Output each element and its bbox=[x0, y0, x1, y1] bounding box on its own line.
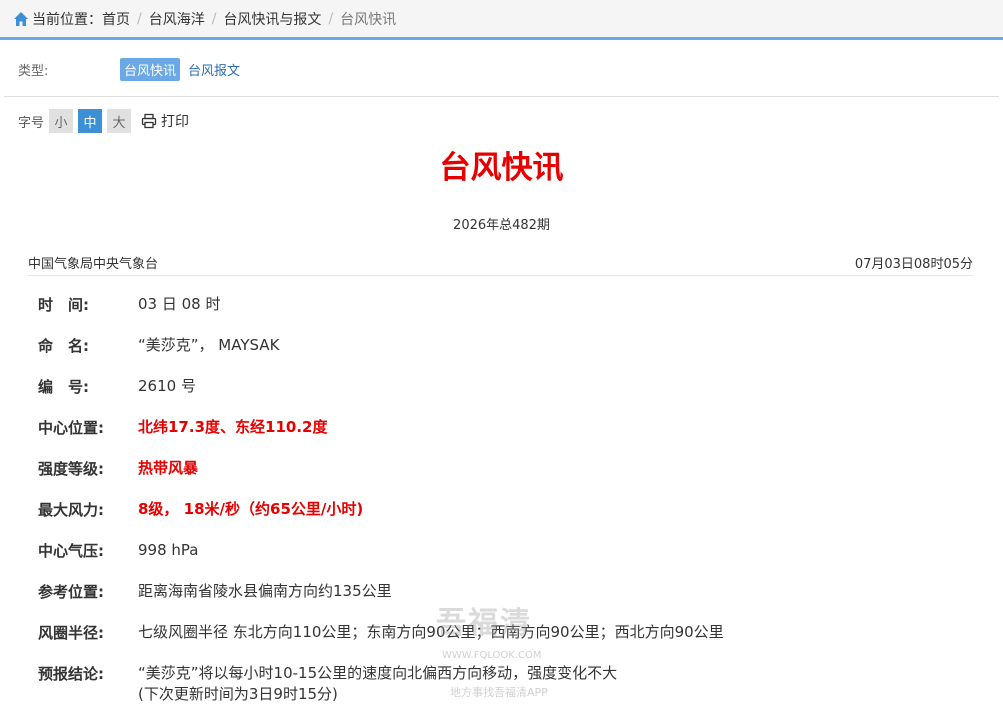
source-row: 中国气象局中央气象台 07月03日08时05分 bbox=[28, 253, 973, 272]
info-value: “美莎克”将以每小时10-15公里的速度向北偏西方向移动，强度变化不大 (下次更… bbox=[138, 659, 617, 705]
info-value: “美莎克”， MAYSAK bbox=[138, 336, 280, 354]
type-tag-typhoon-news[interactable]: 台风快讯 bbox=[120, 57, 181, 81]
info-key: 中心气压: bbox=[38, 542, 104, 560]
breadcrumb-separator: / bbox=[137, 10, 142, 27]
info-key: 风圈半径: bbox=[38, 624, 104, 642]
printer-icon bbox=[141, 113, 157, 129]
info-value: 8级， 18米/秒（约65公里/小时) bbox=[138, 500, 364, 518]
info-value: 七级风圈半径 东北方向110公里；东南方向90公里；西南方向90公里；西北方向9… bbox=[138, 623, 724, 641]
info-key: 参考位置: bbox=[38, 583, 104, 601]
info-row-forecast: 预报结论: “美莎克”将以每小时10-15公里的速度向北偏西方向移动，强度变化不… bbox=[38, 659, 968, 711]
breadcrumb-separator: / bbox=[328, 10, 334, 27]
next-update-text: (下次更新时间为3日9时15分) bbox=[138, 685, 338, 703]
publish-timestamp: 07月03日08时05分 bbox=[854, 257, 973, 272]
info-row-time: 时 间: 03 日 08 时 bbox=[38, 290, 968, 331]
info-value: 北纬17.3度、东经110.2度 bbox=[138, 418, 328, 436]
info-row-intensity: 强度等级: 热带风暴 bbox=[38, 454, 968, 495]
type-filter: 类型: 台风快讯 台风报文 bbox=[18, 57, 248, 81]
info-row-name: 命 名: “美莎克”， MAYSAK bbox=[38, 331, 968, 372]
info-value: 998 hPa bbox=[138, 541, 199, 559]
info-value: 2610 号 bbox=[138, 377, 196, 395]
page-title: 台风快讯 bbox=[439, 150, 564, 186]
info-value: 03 日 08 时 bbox=[138, 295, 221, 313]
breadcrumb: 当前位置： 首页 / 台风海洋 / 台风快讯与报文 / 台风快讯 bbox=[0, 0, 1003, 40]
info-value: 热带风暴 bbox=[138, 459, 199, 477]
type-label: 类型: bbox=[18, 63, 49, 79]
info-key: 预报结论: bbox=[38, 665, 104, 683]
info-value: 距离海南省陵水县偏南方向约135公里 bbox=[138, 582, 392, 600]
font-size-toolbar: 字号 小 中 大 打印 bbox=[18, 109, 189, 133]
typhoon-info-table: 时 间: 03 日 08 时 命 名: “美莎克”， MAYSAK 编 号: 2… bbox=[38, 290, 968, 711]
font-size-large-button[interactable]: 大 bbox=[107, 109, 132, 133]
info-row-number: 编 号: 2610 号 bbox=[38, 372, 968, 413]
breadcrumb-typhoon-ocean[interactable]: 台风海洋 bbox=[149, 9, 205, 29]
info-key: 命 名: bbox=[38, 337, 89, 355]
info-row-pressure: 中心气压: 998 hPa bbox=[38, 536, 968, 577]
breadcrumb-separator: / bbox=[211, 10, 217, 27]
info-key: 时 间: bbox=[38, 296, 89, 314]
forecast-text: “美莎克”将以每小时10-15公里的速度向北偏西方向移动，强度变化不大 bbox=[138, 664, 618, 682]
info-row-wind-radius: 风圈半径: 七级风圈半径 东北方向110公里；东南方向90公里；西南方向90公里… bbox=[38, 618, 968, 659]
info-row-max-wind: 最大风力: 8级， 18米/秒（约65公里/小时) bbox=[38, 495, 968, 536]
font-size-small-button[interactable]: 小 bbox=[49, 109, 74, 133]
issue-number: 2026年总482期 bbox=[453, 218, 550, 233]
breadcrumb-prefix: 当前位置： bbox=[32, 11, 102, 28]
home-icon[interactable] bbox=[13, 11, 29, 27]
info-key: 最大风力: bbox=[38, 501, 104, 519]
breadcrumb-typhoon-news-reports[interactable]: 台风快讯与报文 bbox=[223, 9, 321, 29]
info-row-reference-position: 参考位置: 距离海南省陵水县偏南方向约135公里 bbox=[38, 577, 968, 618]
divider bbox=[28, 275, 973, 276]
breadcrumb-home[interactable]: 首页 bbox=[102, 9, 130, 29]
source-agency: 中国气象局中央气象台 bbox=[28, 257, 159, 272]
font-size-label: 字号 bbox=[18, 115, 45, 131]
info-key: 强度等级: bbox=[38, 460, 104, 478]
print-button[interactable]: 打印 bbox=[141, 111, 189, 131]
type-tag-typhoon-report[interactable]: 台风报文 bbox=[184, 58, 244, 81]
info-key: 中心位置: bbox=[38, 419, 104, 437]
breadcrumb-current: 台风快讯 bbox=[340, 11, 397, 28]
info-key: 编 号: bbox=[38, 378, 89, 396]
print-label: 打印 bbox=[161, 114, 190, 130]
divider bbox=[4, 96, 999, 97]
info-row-center-position: 中心位置: 北纬17.3度、东经110.2度 bbox=[38, 413, 968, 454]
font-size-medium-button[interactable]: 中 bbox=[78, 109, 103, 133]
